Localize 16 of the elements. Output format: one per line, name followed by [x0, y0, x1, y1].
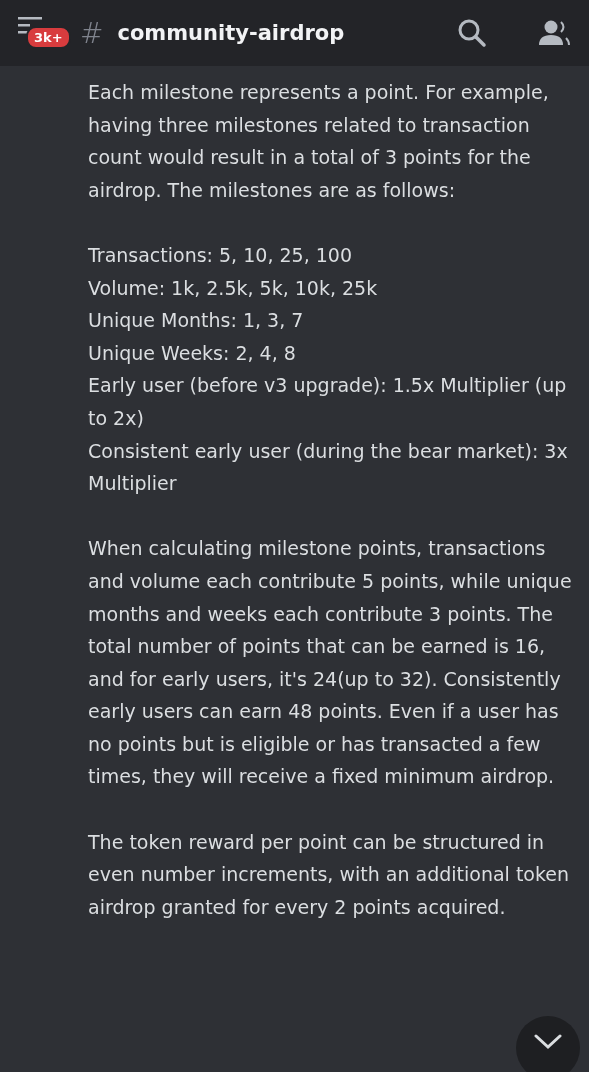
milestone-line: Transactions: 5, 10, 25, 100 — [88, 242, 353, 268]
members-icon[interactable] — [537, 19, 571, 47]
channel-name: community-airdrop — [117, 21, 346, 45]
milestone-line: Early user (before v3 upgrade): 1.5x Multiplier (up to 2x) — [88, 373, 568, 431]
message-paragraph: When calculating milestone points, transactions and volume each contribute 5 points, while unique months and weeks each contribute 3 points. The total number of points that can be earned is 16, and for early users, it's 24(up to 32). Consistently early users can earn 48 points. Even if a user has no points but is eligible or has transacted a few times, they will receive a fixed minimum airdrop. — [88, 536, 573, 790]
channel-hash: # — [80, 16, 104, 50]
milestone-line: Volume: 1k, 2.5k, 5k, 10k, 25k — [88, 275, 379, 301]
unread-badge: 3k+ — [26, 26, 71, 49]
chevron-down-icon — [534, 1034, 562, 1050]
search-icon[interactable] — [457, 18, 487, 48]
message-paragraph: Each milestone represents a point. For example, having three milestones related to transaction count would result in a total of 3 points for the airdrop. The milestones are as follows: — [88, 80, 550, 203]
message-paragraph: The token reward per point can be structured in even number increments, with an additional token airdrop granted for every 2 points acquired. — [88, 829, 571, 920]
milestone-line: Consistent early user (during the bear market): 3x Multiplier — [88, 438, 569, 497]
scroll-down-button[interactable] — [516, 1016, 580, 1072]
milestone-line: Unique Weeks: 2, 4, 8 — [88, 340, 297, 366]
milestone-line: Unique Months: 1, 3, 7 — [88, 308, 305, 334]
